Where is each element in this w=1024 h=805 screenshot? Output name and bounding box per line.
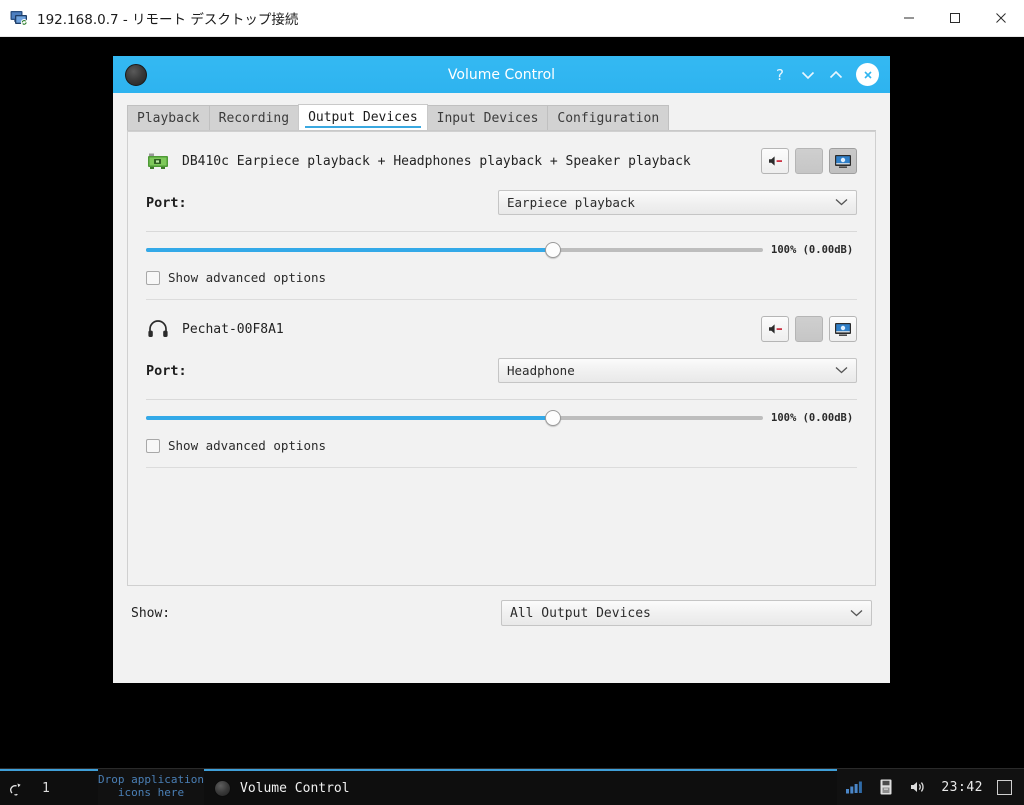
taskbar: 1 Drop application icons here Volume Con… — [0, 768, 1024, 805]
chevron-down-icon[interactable] — [800, 65, 816, 85]
close-icon[interactable] — [856, 63, 879, 86]
system-tray: 23:42 — [837, 769, 1024, 805]
slider-fill — [146, 248, 554, 252]
drop-application-icons-area[interactable]: Drop application icons here — [98, 769, 204, 805]
volume-control-icon — [125, 63, 147, 86]
slider-thumb[interactable] — [545, 410, 562, 426]
workspace-pager[interactable]: 1 — [0, 769, 98, 805]
device-item: DB410c Earpiece playback + Headphones pl… — [128, 132, 875, 285]
port-select[interactable]: Headphone — [498, 358, 857, 383]
tab-input-devices[interactable]: Input Devices — [426, 105, 549, 130]
rdp-title-text: 192.168.0.7 - リモート デスクトップ接続 — [37, 12, 299, 28]
tab-recording[interactable]: Recording — [208, 105, 300, 130]
mute-icon[interactable] — [761, 148, 789, 174]
volume-control-titlebar[interactable]: Volume Control ? — [113, 56, 890, 93]
device-header: DB410c Earpiece playback + Headphones pl… — [146, 146, 857, 176]
tab-output-devices[interactable]: Output Devices — [298, 104, 428, 130]
volume-value: 100% (0.00dB) — [771, 244, 854, 256]
device-item: Pechat-00F8A1 Port: Headphone 100% (0.00… — [128, 300, 875, 453]
help-button[interactable]: ? — [772, 65, 788, 85]
port-label: Port: — [146, 362, 187, 379]
port-row: Port: Headphone — [146, 358, 857, 383]
set-default-icon[interactable] — [829, 316, 857, 342]
task-list: Volume Control — [204, 769, 838, 805]
divider — [146, 231, 857, 232]
remote-desktop-icon — [10, 9, 28, 27]
volume-control-icon — [214, 779, 231, 797]
divider — [146, 399, 857, 400]
clock[interactable]: 23:42 — [941, 780, 983, 795]
rdp-window-controls — [886, 0, 1024, 37]
device-list: DB410c Earpiece playback + Headphones pl… — [127, 131, 876, 586]
show-value: All Output Devices — [510, 605, 651, 621]
slider-thumb[interactable] — [545, 242, 562, 258]
workspace-number: 1 — [42, 780, 50, 796]
volume-slider[interactable] — [146, 409, 763, 427]
advanced-options-checkbox[interactable] — [146, 270, 160, 285]
show-select[interactable]: All Output Devices — [501, 600, 872, 626]
rdp-minimize-button[interactable] — [886, 0, 932, 36]
show-desktop-button[interactable] — [997, 779, 1012, 795]
volume-slider-row: 100% (0.00dB) — [146, 409, 857, 427]
port-value: Headphone — [507, 363, 575, 378]
device-separator — [146, 467, 857, 468]
port-select[interactable]: Earpiece playback — [498, 190, 857, 215]
rdp-titlebar: 192.168.0.7 - リモート デスクトップ接続 — [0, 0, 1024, 37]
volume-slider[interactable] — [146, 241, 763, 259]
headphones-icon — [146, 317, 170, 341]
workspace-switcher-icon[interactable] — [6, 777, 28, 799]
drop-text-line1: Drop application — [98, 773, 204, 786]
volume-icon[interactable] — [909, 777, 927, 797]
advanced-options-row[interactable]: Show advanced options — [146, 438, 857, 453]
tab-strip: Playback Recording Output Devices Input … — [127, 104, 876, 131]
device-buttons — [761, 316, 857, 342]
advanced-options-label: Show advanced options — [168, 270, 327, 285]
port-label: Port: — [146, 194, 187, 211]
tab-playback[interactable]: Playback — [127, 105, 210, 130]
screen: 192.168.0.7 - リモート デスクトップ接続 Volume Contr… — [0, 0, 1024, 805]
lock-channels-icon[interactable] — [795, 148, 823, 174]
drop-text-line2: icons here — [117, 786, 185, 799]
device-header: Pechat-00F8A1 — [146, 314, 857, 344]
mute-icon[interactable] — [761, 316, 789, 342]
task-button-volume-control[interactable]: Volume Control — [204, 771, 360, 805]
advanced-options-checkbox[interactable] — [146, 438, 160, 453]
advanced-options-row[interactable]: Show advanced options — [146, 270, 857, 285]
lock-channels-icon[interactable] — [795, 316, 823, 342]
device-buttons — [761, 148, 857, 174]
show-filter-row: Show: All Output Devices — [127, 600, 876, 626]
slider-fill — [146, 416, 554, 420]
sound-card-icon — [146, 149, 170, 173]
advanced-options-label: Show advanced options — [168, 438, 327, 453]
device-name: Pechat-00F8A1 — [182, 321, 284, 337]
volume-control-window: Volume Control ? Playback Recording Outp… — [113, 56, 890, 683]
chevron-up-icon[interactable] — [828, 65, 844, 85]
rdp-close-button[interactable] — [978, 0, 1024, 36]
chevron-down-icon — [835, 197, 848, 208]
port-row: Port: Earpiece playback — [146, 190, 857, 215]
chevron-down-icon — [850, 608, 863, 619]
task-button-label: Volume Control — [240, 780, 350, 796]
remote-desktop-canvas: Volume Control ? Playback Recording Outp… — [0, 37, 1024, 768]
volume-value: 100% (0.00dB) — [771, 412, 854, 424]
tab-configuration[interactable]: Configuration — [547, 105, 670, 130]
window-controls: ? — [772, 63, 879, 86]
network-signal-icon[interactable] — [845, 777, 863, 797]
window-body: Playback Recording Output Devices Input … — [113, 93, 890, 640]
show-label: Show: — [131, 605, 171, 621]
port-value: Earpiece playback — [507, 195, 635, 210]
volume-slider-row: 100% (0.00dB) — [146, 241, 857, 259]
usb-device-icon[interactable] — [877, 777, 895, 797]
set-default-icon[interactable] — [829, 148, 857, 174]
device-name: DB410c Earpiece playback + Headphones pl… — [182, 153, 691, 169]
chevron-down-icon — [835, 365, 848, 376]
rdp-maximize-button[interactable] — [932, 0, 978, 36]
